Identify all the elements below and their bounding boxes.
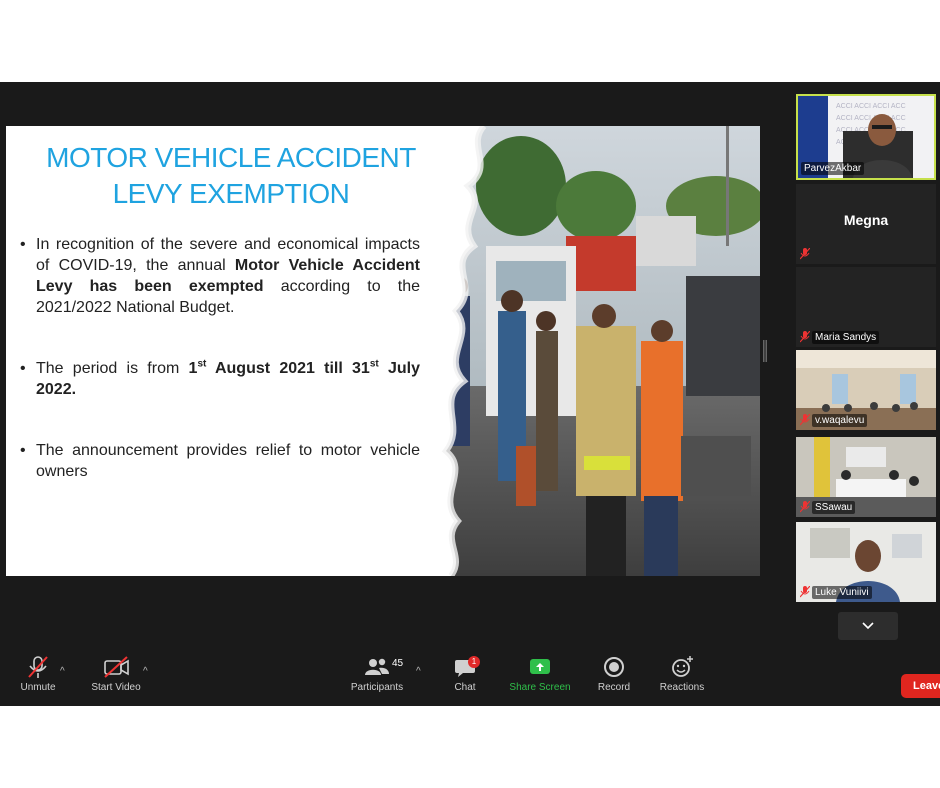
audio-options-caret[interactable]: ^ <box>60 666 65 677</box>
slide-title: MOTOR VEHICLE ACCIDENT LEVY EXEMPTION <box>36 140 426 212</box>
scroll-participants-down-button[interactable] <box>838 612 898 640</box>
participant-tile-active[interactable]: ACCI ACCI ACCI ACC ACCI ACCI ACCI ACC AC… <box>796 94 936 180</box>
participant-tile[interactable]: Megna <box>796 184 936 264</box>
shared-slide: MOTOR VEHICLE ACCIDENT LEVY EXEMPTION • … <box>6 126 760 576</box>
share-screen-icon <box>530 659 550 674</box>
start-video-button[interactable]: Start Video <box>86 654 146 702</box>
participant-name: Maria Sandys <box>812 331 880 344</box>
video-options-caret[interactable]: ^ <box>143 666 148 677</box>
participant-name: Luke Vuniivi <box>812 586 872 599</box>
chevron-down-icon <box>862 622 874 630</box>
meeting-toolbar: Unmute ^ Start Video ^ Participants 45 ^ <box>0 648 940 706</box>
meeting-window: MOTOR VEHICLE ACCIDENT LEVY EXEMPTION • … <box>0 82 940 706</box>
reactions-button[interactable]: Reactions <box>656 654 708 702</box>
participants-options-caret[interactable]: ^ <box>416 666 421 677</box>
reactions-icon <box>672 656 693 677</box>
slide-text-panel: MOTOR VEHICLE ACCIDENT LEVY EXEMPTION • … <box>6 126 446 576</box>
video-off-icon <box>104 656 129 678</box>
participant-tile[interactable]: SSawau <box>796 437 936 517</box>
participants-icon <box>365 658 389 675</box>
participant-tile[interactable]: v.waqalevu <box>796 350 936 430</box>
bullet-item: • The period is from 1st August 2021 til… <box>20 358 420 398</box>
leave-button[interactable]: Leave <box>901 674 940 698</box>
bullet-item: • In recognition of the severe and econo… <box>20 236 421 316</box>
mic-muted-icon <box>800 414 810 426</box>
participant-name: v.waqalevu <box>812 414 868 427</box>
mic-muted-icon <box>800 248 810 260</box>
mic-muted-icon <box>28 656 48 678</box>
unmute-button[interactable]: Unmute <box>14 654 62 702</box>
participant-tile[interactable]: Luke Vuniivi <box>796 522 936 602</box>
participant-name: SSawau <box>812 501 856 514</box>
bullet-dot: • <box>20 442 26 459</box>
bullet-dot: • <box>20 360 26 377</box>
bullet-item: • The announcement provides relief to mo… <box>20 442 420 480</box>
svg-text:ACCI ACCI ACCI ACC: ACCI ACCI ACCI ACC <box>836 103 906 110</box>
participants-count: 45 <box>392 658 404 669</box>
participant-name: ParvezAkbar <box>801 162 865 175</box>
slide-title-line2: LEVY EXEMPTION <box>112 178 350 209</box>
bullet-list: • In recognition of the severe and econo… <box>20 234 420 522</box>
mic-muted-icon <box>800 501 810 513</box>
mic-muted-icon <box>800 331 810 343</box>
mic-muted-icon <box>800 586 810 598</box>
chat-unread-badge: 1 <box>468 656 480 668</box>
accident-photo <box>426 126 760 576</box>
record-button[interactable]: Record <box>592 654 636 702</box>
bullet-dot: • <box>20 236 26 253</box>
participant-tile[interactable]: Maria Sandys <box>796 267 936 347</box>
resize-grip[interactable] <box>762 340 768 362</box>
participant-name-large: Megna <box>843 212 889 228</box>
share-screen-button[interactable]: Share Screen <box>506 654 574 702</box>
record-icon <box>604 657 624 677</box>
slide-title-line1: MOTOR VEHICLE ACCIDENT <box>46 142 416 173</box>
